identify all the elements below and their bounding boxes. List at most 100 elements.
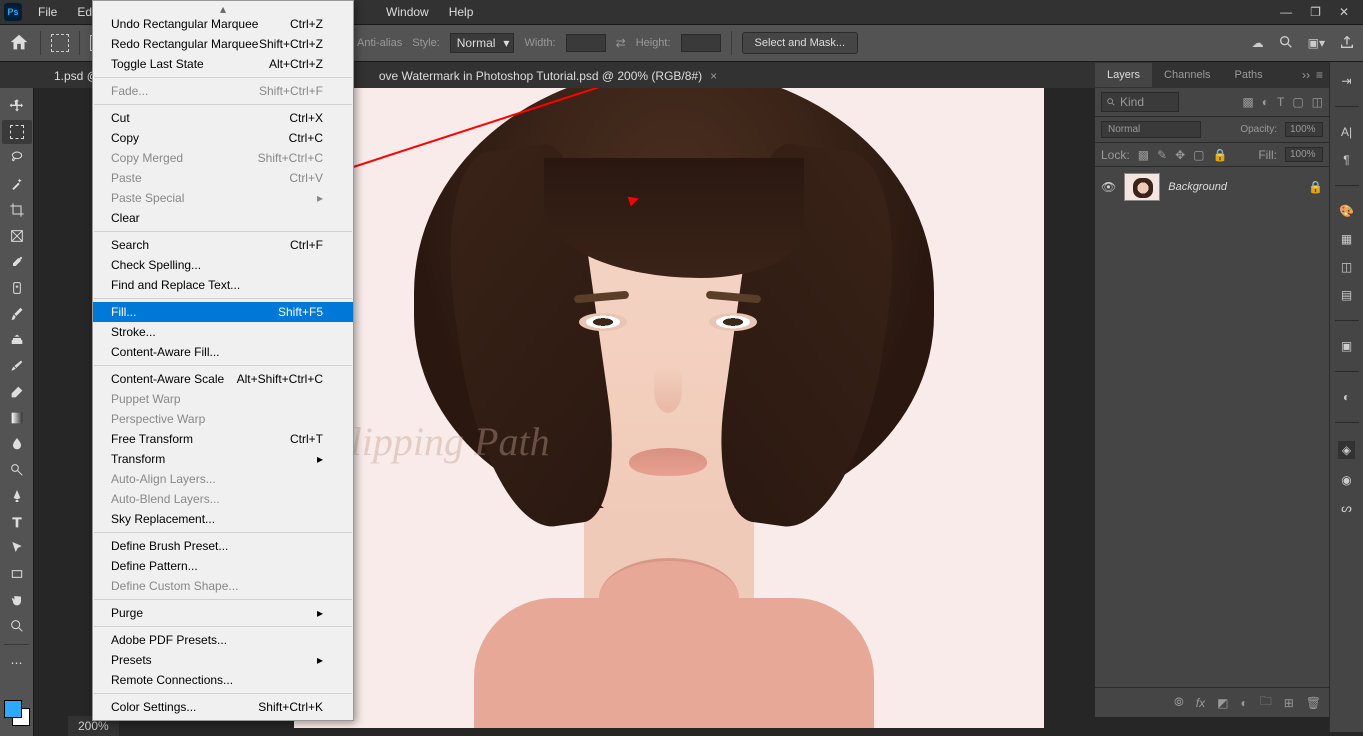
doc-tab-2[interactable]: ove Watermark in Photoshop Tutorial.psd … [369,64,727,88]
menu-item-stroke[interactable]: Stroke... [93,322,353,342]
lasso-tool[interactable] [2,146,32,170]
history-brush-tool[interactable] [2,354,32,378]
tab-close-icon[interactable]: × [710,69,717,83]
menu-window[interactable]: Window [376,1,439,23]
menu-item-search[interactable]: SearchCtrl+F [93,235,353,255]
menu-item-fill[interactable]: Fill...Shift+F5 [93,302,353,322]
mask-icon[interactable]: ◩ [1217,696,1228,710]
new-layer-icon[interactable]: ⊞ [1284,696,1294,710]
zoom-level[interactable]: 200% [78,719,109,733]
menu-item-toggle-last-state[interactable]: Toggle Last StateAlt+Ctrl+Z [93,54,353,74]
menu-item-purge[interactable]: Purge▸ [93,603,353,623]
visibility-icon[interactable]: 👁 [1101,180,1116,194]
menu-item-remote-connections[interactable]: Remote Connections... [93,670,353,690]
scroll-up-icon[interactable]: ▴ [93,4,353,14]
toggle-panels-icon[interactable]: ⇥ [1341,74,1351,88]
eyedropper-tool[interactable] [2,250,32,274]
panel-menu-icon[interactable]: ≡ [1316,68,1323,82]
properties-panel-icon[interactable]: ▣ [1341,339,1352,353]
channels-panel-icon[interactable]: ◉ [1341,473,1351,487]
crop-tool[interactable] [2,198,32,222]
gradient-tool[interactable] [2,406,32,430]
type-tool[interactable] [2,510,32,534]
collapse-icon[interactable]: ›› [1302,68,1310,82]
workspace-icon[interactable]: ▣▾ [1308,36,1325,50]
share-icon[interactable] [1339,34,1355,53]
rectangle-tool[interactable] [2,562,32,586]
menu-item-check-spelling[interactable]: Check Spelling... [93,255,353,275]
group-icon[interactable]: 🗀 [1260,692,1272,713]
menu-item-redo-rectangular-marquee[interactable]: Redo Rectangular MarqueeShift+Ctrl+Z [93,34,353,54]
menu-item-find-and-replace-text[interactable]: Find and Replace Text... [93,275,353,295]
tab-paths[interactable]: Paths [1223,63,1275,87]
style-select[interactable]: Normal ▾ [450,33,515,53]
menu-help[interactable]: Help [439,1,484,23]
filter-smart-icon[interactable]: ◫ [1312,95,1323,109]
close-icon[interactable]: ✕ [1339,5,1349,19]
lock-artboard-icon[interactable]: ▢ [1193,148,1204,162]
clone-stamp-tool[interactable] [2,328,32,352]
layer-thumbnail[interactable] [1124,173,1160,201]
edit-toolbar-icon[interactable]: ⋯ [2,651,32,675]
swatches-panel-icon[interactable]: ▦ [1341,232,1352,246]
menu-item-define-brush-preset[interactable]: Define Brush Preset... [93,536,353,556]
select-and-mask-button[interactable]: Select and Mask... [742,32,859,54]
move-tool[interactable] [2,94,32,118]
color-panel-icon[interactable]: 🎨 [1339,204,1354,218]
lock-all-icon[interactable]: 🔒 [1213,148,1228,162]
cloud-icon[interactable]: ☁ [1252,36,1264,50]
search-icon[interactable] [1278,34,1294,53]
eraser-tool[interactable] [2,380,32,404]
layer-row[interactable]: 👁 Background 🔒 [1095,167,1329,207]
menu-item-copy[interactable]: CopyCtrl+C [93,128,353,148]
pen-tool[interactable] [2,484,32,508]
adjustments-panel-icon[interactable]: ◐ [1343,390,1350,404]
character-panel-icon[interactable]: A| [1341,125,1352,139]
dodge-tool[interactable] [2,458,32,482]
minimize-icon[interactable]: — [1280,5,1292,19]
paths-panel-icon[interactable]: ᔕ [1341,501,1352,515]
adjustment-icon[interactable]: ◐ [1240,696,1247,710]
menu-item-content-aware-scale[interactable]: Content-Aware ScaleAlt+Shift+Ctrl+C [93,369,353,389]
menu-item-transform[interactable]: Transform▸ [93,449,353,469]
path-selection-tool[interactable] [2,536,32,560]
opacity-input[interactable]: 100% [1285,122,1323,137]
layer-name[interactable]: Background [1168,181,1227,193]
magic-wand-tool[interactable] [2,172,32,196]
layers-panel-icon[interactable]: ◈ [1338,441,1355,459]
menu-item-cut[interactable]: CutCtrl+X [93,108,353,128]
menu-item-undo-rectangular-marquee[interactable]: Undo Rectangular MarqueeCtrl+Z [93,14,353,34]
menu-item-adobe-pdf-presets[interactable]: Adobe PDF Presets... [93,630,353,650]
tab-layers[interactable]: Layers [1095,63,1152,87]
lock-position-icon[interactable]: ✥ [1175,148,1185,162]
menu-item-color-settings[interactable]: Color Settings...Shift+Ctrl+K [93,697,353,717]
filter-shape-icon[interactable]: ▢ [1292,95,1303,109]
lock-transparent-icon[interactable]: ▩ [1138,148,1149,162]
fx-icon[interactable]: fx [1196,696,1205,710]
gradients-panel-icon[interactable]: ◫ [1341,260,1352,274]
link-layers-icon[interactable]: ⦾ [1174,695,1184,710]
tab-channels[interactable]: Channels [1152,63,1222,87]
menu-item-presets[interactable]: Presets▸ [93,650,353,670]
menu-item-free-transform[interactable]: Free TransformCtrl+T [93,429,353,449]
foreground-color[interactable] [4,700,22,718]
blend-mode-select[interactable]: Normal [1101,121,1201,138]
lock-image-icon[interactable]: ✎ [1157,148,1167,162]
menu-item-define-pattern[interactable]: Define Pattern... [93,556,353,576]
marquee-tool-icon[interactable] [51,34,69,52]
menu-item-content-aware-fill[interactable]: Content-Aware Fill... [93,342,353,362]
zoom-tool[interactable] [2,614,32,638]
paragraph-panel-icon[interactable]: ¶ [1343,153,1349,167]
filter-type-icon[interactable]: T [1277,95,1284,109]
frame-tool[interactable] [2,224,32,248]
filter-adjust-icon[interactable]: ◐ [1262,95,1269,109]
restore-icon[interactable]: ❐ [1310,5,1321,19]
filter-kind-select[interactable]: Kind [1101,92,1179,112]
color-swatches[interactable] [0,696,33,736]
healing-brush-tool[interactable] [2,276,32,300]
fill-input[interactable]: 100% [1285,147,1323,162]
delete-icon[interactable]: 🗑 [1306,696,1321,710]
patterns-panel-icon[interactable]: ▤ [1341,288,1352,302]
menu-item-clear[interactable]: Clear [93,208,353,228]
menu-file[interactable]: File [28,1,67,23]
